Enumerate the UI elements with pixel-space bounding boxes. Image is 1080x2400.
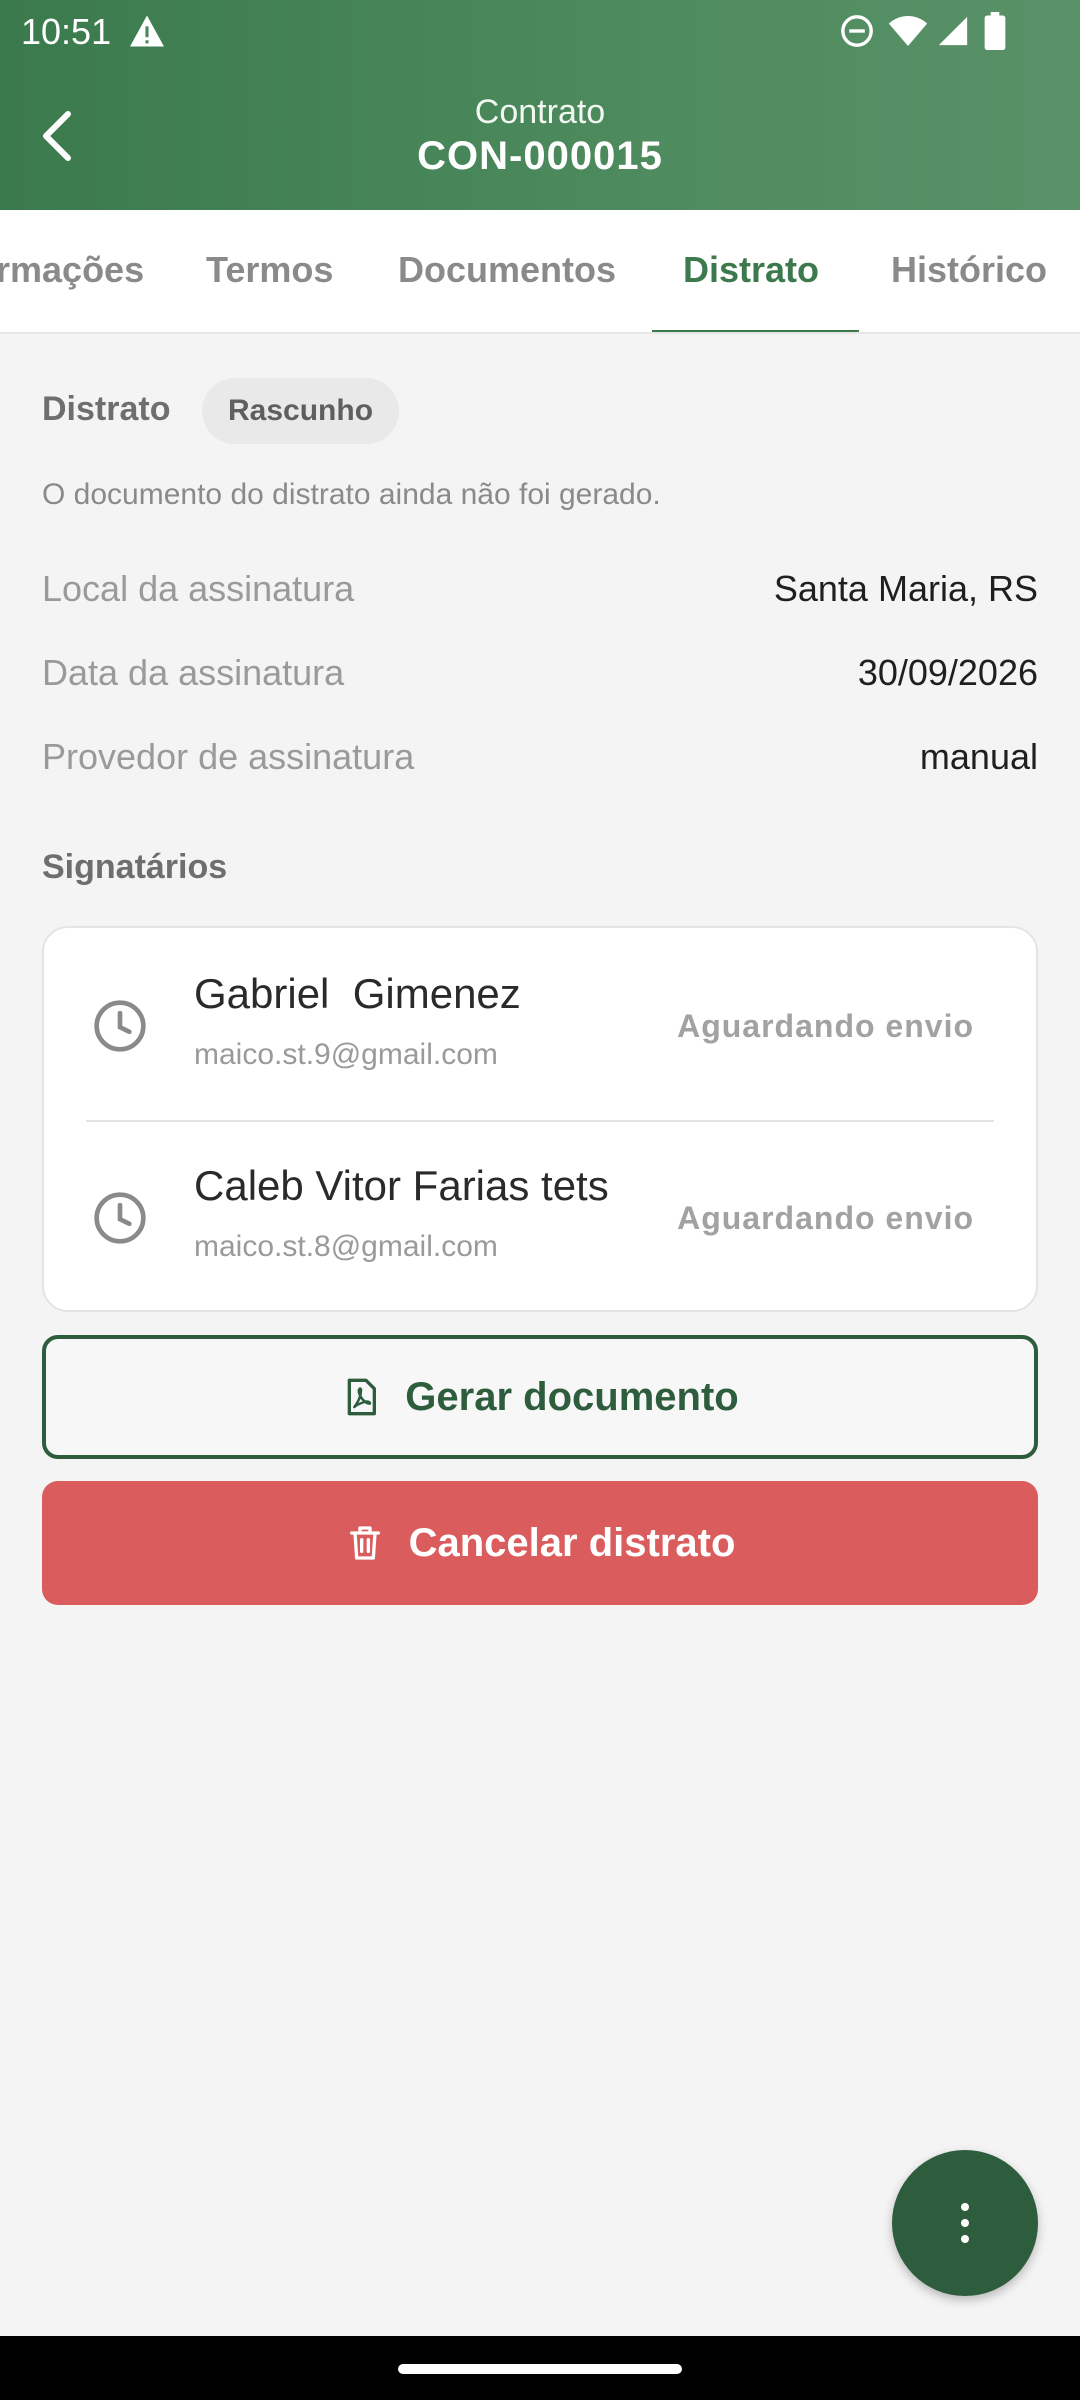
system-navigation-bar (0, 2336, 1080, 2400)
header-subtitle: Contrato (474, 93, 606, 131)
status-badge: Rascunho (202, 378, 400, 444)
clock-icon (94, 1192, 146, 1244)
warning-icon (130, 15, 164, 47)
tab-informacoes[interactable]: rmações (0, 210, 144, 332)
info-value: manual (919, 736, 1038, 777)
info-label: Provedor de assinatura (42, 736, 415, 777)
signal-icon (938, 16, 968, 46)
tab-distrato[interactable]: Distrato (683, 210, 819, 332)
info-label: Data da assinatura (42, 652, 345, 693)
status-time: 10:51 (21, 11, 112, 52)
info-value: 30/09/2026 (857, 652, 1038, 693)
signer-email: maico.st.8@gmail.com (194, 1230, 498, 1263)
wifi-icon (888, 16, 928, 46)
generate-document-button[interactable]: Gerar documento (42, 1335, 1038, 1459)
cancel-distrato-label: Cancelar distrato (408, 1520, 736, 1565)
clock-icon (94, 1000, 146, 1052)
contract-number: CON-000015 (417, 134, 663, 178)
more-actions-button[interactable] (892, 2150, 1038, 2296)
signers-list: Gabriel Gimenez maico.st.9@gmail.com Agu… (42, 926, 1038, 1312)
section-title: Distrato (42, 390, 171, 428)
more-vertical-icon (961, 2203, 969, 2243)
tab-documentos[interactable]: Documentos (398, 210, 616, 332)
tab-termos[interactable]: Termos (206, 210, 333, 332)
app-header: 10:51 Contrato CON-000015 (0, 0, 1080, 210)
info-row-data: Data da assinatura 30/09/2026 (42, 652, 1038, 702)
tab-bar: rmações Termos Documentos Distrato Histó… (0, 210, 1080, 334)
signers-title: Signatários (42, 848, 228, 886)
do-not-disturb-icon (841, 15, 873, 47)
document-notice: O documento do distrato ainda não foi ge… (42, 478, 661, 511)
active-tab-indicator (652, 330, 859, 332)
info-row-provedor: Provedor de assinatura manual (42, 736, 1038, 786)
trash-icon (349, 1526, 380, 1560)
battery-icon (984, 12, 1006, 50)
signer-item[interactable]: Caleb Vitor Farias tets maico.st.8@gmail… (44, 1120, 1036, 1310)
signer-name: Gabriel Gimenez (194, 970, 521, 1017)
signer-email: maico.st.9@gmail.com (194, 1038, 498, 1071)
tab-historico[interactable]: Histórico (891, 210, 1047, 332)
signer-name: Caleb Vitor Farias tets (194, 1162, 609, 1209)
pdf-file-icon (347, 1378, 377, 1416)
info-row-local: Local da assinatura Santa Maria, RS (42, 568, 1038, 618)
cancel-distrato-button[interactable]: Cancelar distrato (42, 1481, 1038, 1605)
signer-status: Aguardando envio (677, 1008, 974, 1044)
generate-document-label: Gerar documento (405, 1374, 739, 1419)
info-value: Santa Maria, RS (773, 568, 1038, 609)
home-indicator[interactable] (398, 2364, 682, 2374)
info-label: Local da assinatura (42, 568, 355, 609)
status-bar: 10:51 (0, 0, 1080, 64)
signer-status: Aguardando envio (677, 1200, 974, 1236)
signer-item[interactable]: Gabriel Gimenez maico.st.9@gmail.com Agu… (44, 928, 1036, 1122)
